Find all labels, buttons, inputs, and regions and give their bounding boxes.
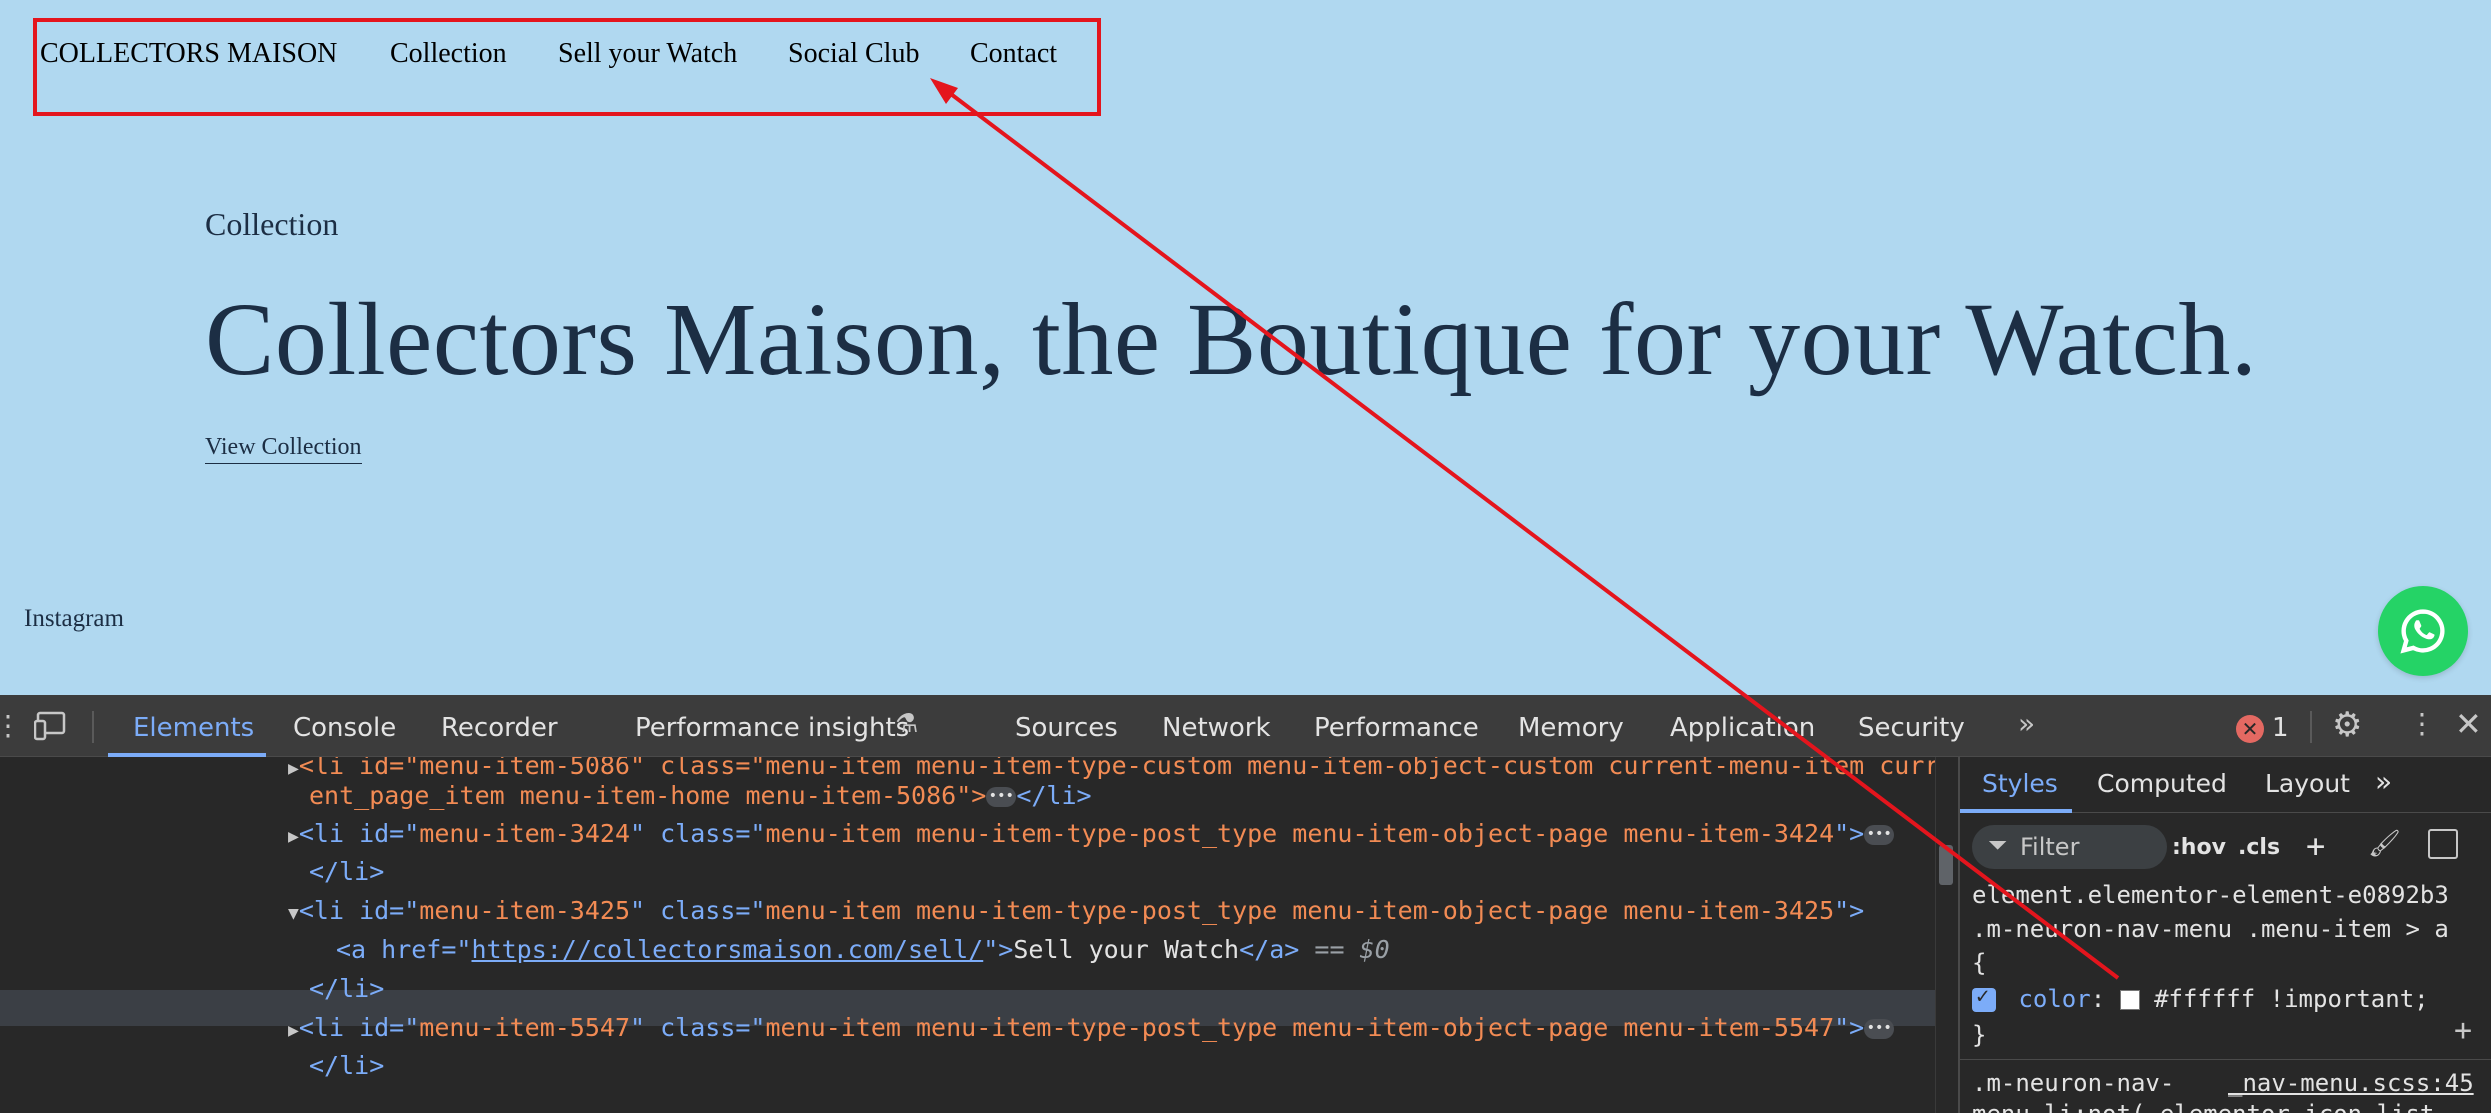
whatsapp-icon	[2400, 609, 2445, 654]
css-selector-next-1: .m-neuron-nav-	[1972, 1069, 2175, 1097]
devtools-tabbar: ⋮ Elements Console Recorder Performance …	[0, 695, 2491, 757]
styles-filter-input[interactable]: ⏷ Filter	[1972, 825, 2167, 869]
dom-node-li-5547-close[interactable]: </li>	[309, 1051, 384, 1080]
flask-icon: ⚗	[895, 709, 919, 739]
hero-kicker: Collection	[205, 206, 339, 242]
settings-gear-icon[interactable]: ⚙	[2332, 705, 2362, 745]
collapse-triangle-icon[interactable]: ▼	[288, 903, 299, 924]
css-close-brace: }	[1972, 1021, 1987, 1049]
new-rule-plus-icon[interactable]: +	[2306, 827, 2325, 865]
elements-tree: ▶<li id="menu-item-5086" class="menu-ite…	[0, 757, 1955, 1113]
expand-triangle-icon[interactable]: ▶	[288, 1020, 299, 1041]
dom-node-li-3424[interactable]: ▶<li id="menu-item-3424" class="menu-ite…	[288, 819, 1895, 848]
toggle-sidebar-icon[interactable]	[2428, 829, 2458, 859]
tab-styles[interactable]: Styles	[1982, 769, 2058, 798]
filter-placeholder: Filter	[2020, 833, 2080, 861]
error-count[interactable]: 1	[2272, 713, 2289, 743]
website-viewport: COLLECTORS MAISON Collection Sell your W…	[0, 0, 2491, 695]
tab-sources[interactable]: Sources	[1015, 713, 1118, 743]
css-open-brace: {	[1972, 949, 1987, 977]
tab-memory[interactable]: Memory	[1518, 713, 1624, 743]
device-toolbar-icon[interactable]	[34, 711, 70, 741]
styles-tab-indicator	[1960, 809, 2072, 813]
inspect-element-icon[interactable]: ⋮	[0, 709, 22, 742]
color-swatch[interactable]	[2119, 990, 2140, 1010]
href-link[interactable]: https://collectorsmaison.com/sell/	[471, 935, 983, 964]
tab-console[interactable]: Console	[293, 713, 396, 743]
tab-separator	[2310, 711, 2312, 743]
error-icon[interactable]: ✕	[2236, 715, 2264, 743]
tab-network[interactable]: Network	[1162, 713, 1271, 743]
tab-performance-insights[interactable]: Performance insights	[635, 713, 909, 743]
instagram-link[interactable]: Instagram	[24, 605, 124, 633]
css-selector-line-1: element.elementor-element-e0892b3	[1972, 881, 2449, 909]
close-devtools-icon[interactable]: ✕	[2455, 705, 2482, 743]
devtools-panel: ⋮ Elements Console Recorder Performance …	[0, 695, 2491, 1113]
filter-funnel-icon: ⏷	[1988, 831, 2008, 859]
tab-recorder[interactable]: Recorder	[441, 713, 558, 743]
expand-triangle-icon[interactable]: ▶	[288, 826, 299, 847]
whatsapp-button[interactable]	[2378, 586, 2468, 676]
tab-performance[interactable]: Performance	[1314, 713, 1479, 743]
more-tabs-icon[interactable]: »	[2375, 765, 2392, 798]
kebab-menu-icon[interactable]: ⋮	[2408, 707, 2436, 740]
css-declaration-color[interactable]: ✓ color: #ffffff !important;	[1972, 984, 2429, 1013]
dom-node-li-3425-close[interactable]: </li>	[309, 974, 384, 1003]
tab-application[interactable]: Application	[1670, 713, 1815, 743]
css-property-name[interactable]: color	[2018, 985, 2090, 1013]
dom-node-li-3425[interactable]: ▼<li id="menu-item-3425" class="menu-ite…	[288, 896, 1864, 925]
css-selector-line-2: .m-neuron-nav-menu .menu-item > a	[1972, 915, 2449, 943]
elements-scrollbar[interactable]	[1935, 757, 1955, 1113]
dom-node-a-sell[interactable]: <a href="https://collectorsmaison.com/se…	[336, 935, 1390, 964]
add-declaration-plus-icon[interactable]: +	[2454, 1013, 2472, 1048]
tab-layout[interactable]: Layout	[2265, 769, 2350, 798]
collapsed-content-icon[interactable]: •••	[1864, 1019, 1895, 1039]
dom-node-li-5086[interactable]: ▶<li id="menu-item-5086" class="menu-ite…	[288, 757, 1939, 780]
collapsed-content-icon[interactable]: •••	[986, 787, 1017, 807]
dom-node-li-3424-close[interactable]: </li>	[309, 857, 384, 886]
dom-node-li-5086-cont[interactable]: ent_page_item menu-item-home menu-item-5…	[309, 781, 1092, 810]
expand-triangle-icon[interactable]: ▶	[288, 758, 299, 779]
cls-toggle[interactable]: .cls	[2238, 835, 2280, 860]
hov-toggle[interactable]: :hov	[2172, 835, 2226, 860]
hero-title: Collectors Maison, the Boutique for your…	[205, 282, 2258, 397]
tab-computed[interactable]: Computed	[2097, 769, 2227, 798]
tab-security[interactable]: Security	[1858, 713, 1965, 743]
tab-separator	[92, 711, 94, 743]
rule-divider	[1960, 1059, 2491, 1060]
declaration-checkbox[interactable]: ✓	[1972, 984, 1996, 1012]
css-property-value[interactable]: #ffffff !important;	[2154, 985, 2429, 1013]
tab-elements[interactable]: Elements	[133, 713, 254, 743]
css-selector-next-2: menu li:not(.elementor-icon-list-	[1972, 1100, 2449, 1113]
more-tabs-icon[interactable]: »	[2018, 707, 2035, 740]
collapsed-content-icon[interactable]: •••	[1864, 825, 1895, 845]
dom-node-li-5547[interactable]: ▶<li id="menu-item-5547" class="menu-ite…	[288, 1013, 1895, 1042]
annotation-highlight-box	[33, 18, 1101, 116]
paint-roller-icon[interactable]: 🖌	[2368, 829, 2401, 859]
styles-pane: Styles Computed Layout » ⏷ Filter :hov .…	[1958, 757, 2491, 1113]
css-source-link[interactable]: _nav-menu.scss:45	[2228, 1069, 2474, 1097]
scrollbar-thumb[interactable]	[1939, 845, 1953, 885]
view-collection-link[interactable]: View Collection	[205, 434, 362, 464]
